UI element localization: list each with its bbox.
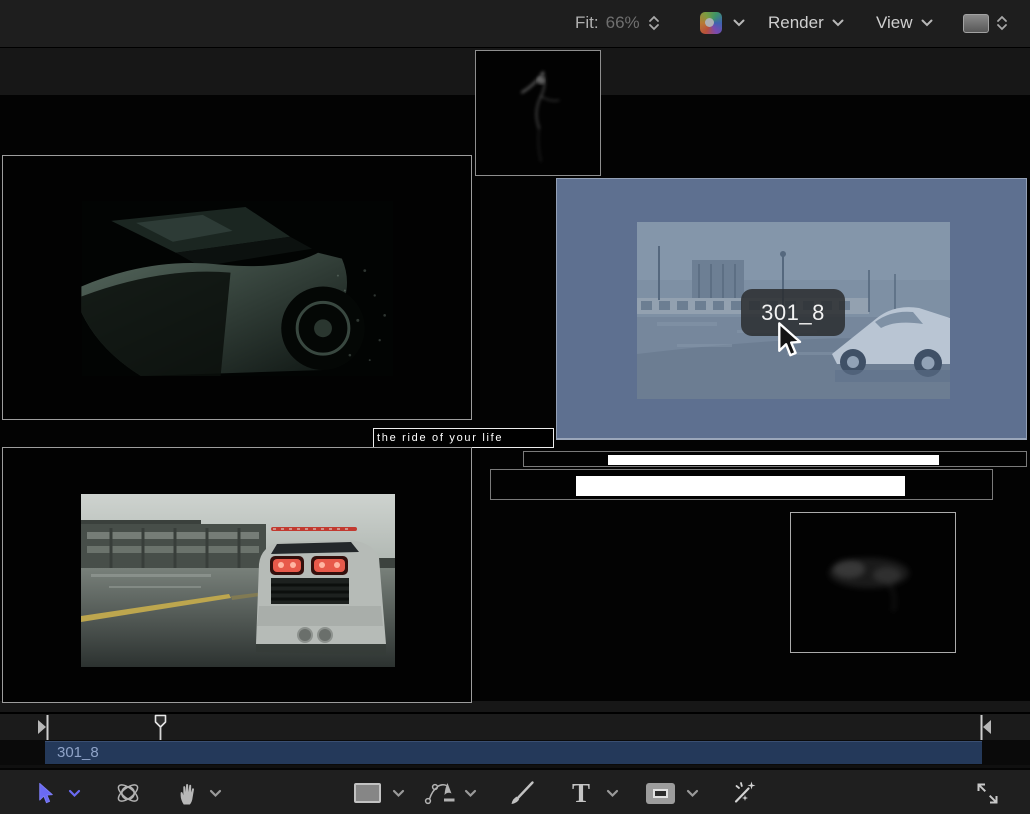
adjust-tool-button[interactable]	[730, 770, 758, 814]
smoke-image	[791, 513, 955, 652]
light-streak-image	[476, 51, 600, 175]
playhead[interactable]	[153, 714, 168, 740]
zoom-fit-label: Fit:	[575, 13, 599, 33]
timeline-track[interactable]: 301_8	[0, 740, 1030, 765]
magic-wand-icon	[730, 779, 758, 807]
in-point-marker[interactable]	[37, 714, 51, 740]
text-tool-dropdown[interactable]	[606, 770, 619, 814]
layer-car-side-dark[interactable]	[2, 155, 472, 420]
chevron-down-icon	[686, 789, 699, 798]
chevron-down-icon	[733, 19, 745, 27]
zoom-level-control[interactable]: Fit: 66%	[575, 0, 660, 46]
bezier-tool-dropdown[interactable]	[464, 770, 477, 814]
canvas-area[interactable]: 301_8 the ride of your life	[0, 48, 1030, 712]
rectangle-tool-dropdown[interactable]	[392, 770, 405, 814]
chevron-down-icon	[209, 789, 222, 798]
layout-stepper-icon	[996, 14, 1008, 32]
timeline-clip-label: 301_8	[57, 744, 99, 761]
transform-3d-tool-button[interactable]	[114, 770, 142, 814]
zoom-stepper-icon[interactable]	[648, 14, 660, 32]
car-rear-image	[81, 494, 395, 667]
timeline-clip-bar[interactable]: 301_8	[45, 741, 982, 764]
motion-canvas-window: { "top_toolbar": { "fit_label": "Fit:", …	[0, 0, 1030, 814]
rectangle-tool-button[interactable]	[354, 770, 381, 814]
title-bar-thin-fill	[608, 455, 939, 465]
channels-dropdown[interactable]	[700, 0, 745, 46]
mouse-cursor-icon	[773, 321, 803, 359]
paint-tool-button[interactable]	[508, 770, 536, 814]
render-menu-label: Render	[768, 13, 824, 33]
layer-title-bar-wide[interactable]	[490, 469, 993, 500]
zoom-value: 66%	[606, 13, 640, 33]
brush-icon	[508, 779, 536, 807]
layer-car-parking-selected[interactable]: 301_8	[556, 178, 1027, 440]
view-toolbar: Fit: 66% Render View	[0, 0, 1030, 48]
window-layout-icon	[963, 14, 989, 33]
view-menu-label: View	[876, 13, 913, 33]
chevron-down-icon	[606, 789, 619, 798]
text-layer-content: the ride of your life	[377, 432, 503, 444]
render-menu[interactable]: Render	[768, 0, 844, 46]
pan-tool-dropdown[interactable]	[209, 770, 222, 814]
view-menu[interactable]: View	[876, 0, 933, 46]
text-tool-button[interactable]: T	[572, 770, 590, 814]
title-bar-wide-fill	[576, 476, 905, 496]
rect-mask-icon	[646, 783, 675, 804]
chevron-down-icon	[464, 789, 477, 798]
orbit-icon	[114, 779, 142, 807]
layer-light-streak[interactable]	[475, 50, 601, 176]
pen-icon	[424, 780, 460, 806]
layer-title-bar-thin[interactable]	[523, 451, 1027, 467]
chevron-down-icon	[392, 789, 405, 798]
expand-canvas-button[interactable]	[974, 770, 1001, 814]
select-tool-button[interactable]	[36, 770, 54, 814]
text-layer-ride-of-your-life[interactable]: the ride of your life	[373, 428, 554, 448]
bezier-tool-button[interactable]	[424, 770, 460, 814]
out-point-marker[interactable]	[978, 714, 992, 740]
hand-icon	[177, 781, 200, 806]
diagonal-arrows-icon	[974, 780, 1001, 807]
car-side-image	[81, 201, 394, 376]
layer-car-rear-rain[interactable]	[2, 447, 472, 703]
mask-tool-button[interactable]	[646, 770, 675, 814]
pan-tool-button[interactable]	[177, 770, 200, 814]
tool-palette: T	[0, 768, 1030, 814]
rectangle-icon	[354, 783, 381, 803]
select-tool-dropdown[interactable]	[68, 770, 81, 814]
layer-smoke[interactable]	[790, 512, 956, 653]
text-tool-icon: T	[572, 778, 590, 809]
arrow-cursor-icon	[36, 782, 54, 805]
timeline-ruler[interactable]	[0, 714, 1030, 740]
window-layout-control[interactable]	[963, 0, 1008, 46]
color-channels-icon	[700, 12, 722, 34]
chevron-down-icon	[68, 789, 81, 798]
chevron-down-icon	[921, 19, 933, 27]
chevron-down-icon	[832, 19, 844, 27]
mask-tool-dropdown[interactable]	[686, 770, 699, 814]
